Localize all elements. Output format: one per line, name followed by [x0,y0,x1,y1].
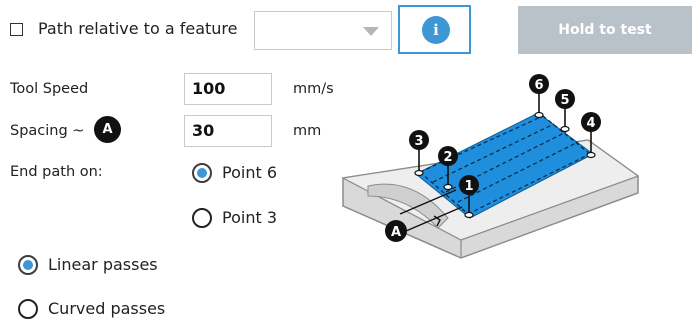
tool-speed-input[interactable]: 100 [184,73,272,105]
spacing-badge: A [94,116,121,143]
point-5-badge: 5 [555,89,575,109]
tool-speed-unit: mm/s [293,81,334,97]
info-button[interactable]: i [398,5,471,54]
svg-text:A: A [391,225,401,240]
point-3-badge: 3 [409,130,429,150]
spacing-label: Spacing ~ [10,123,85,139]
end-on-point-6-radio[interactable] [192,163,212,183]
feature-dropdown[interactable] [254,11,392,50]
spacing-unit: mm [293,123,322,139]
path-diagram-illustration: 1 2 3 4 5 6 A [341,74,640,259]
curved-passes-radio[interactable] [18,299,38,319]
spacing-input[interactable]: 30 [184,115,272,147]
linear-passes-radio[interactable] [18,255,38,275]
svg-text:4: 4 [586,116,595,131]
chevron-down-icon [363,27,379,36]
hold-to-test-button[interactable]: Hold to test [518,6,692,54]
point-6-badge: 6 [529,74,549,94]
end-path-label: End path on: [10,164,103,180]
point-4-badge: 4 [581,112,601,132]
feature-checkbox-label: Path relative to a feature [38,19,238,38]
feature-checkbox[interactable] [10,23,23,36]
spacing-marker-badge: A [385,220,407,242]
svg-text:3: 3 [414,134,423,149]
svg-text:6: 6 [534,78,543,93]
svg-text:1: 1 [464,179,473,194]
end-on-point-3-label: Point 3 [222,208,277,227]
svg-text:2: 2 [443,150,452,165]
svg-text:5: 5 [560,93,569,108]
linear-passes-label: Linear passes [48,255,158,274]
end-on-point-3-radio[interactable] [192,208,212,228]
curved-passes-label: Curved passes [48,299,166,318]
info-icon: i [422,16,450,44]
point-1-badge: 1 [459,175,479,195]
point-2-badge: 2 [438,146,458,166]
end-on-point-6-label: Point 6 [222,163,277,182]
tool-speed-label: Tool Speed [10,81,89,97]
